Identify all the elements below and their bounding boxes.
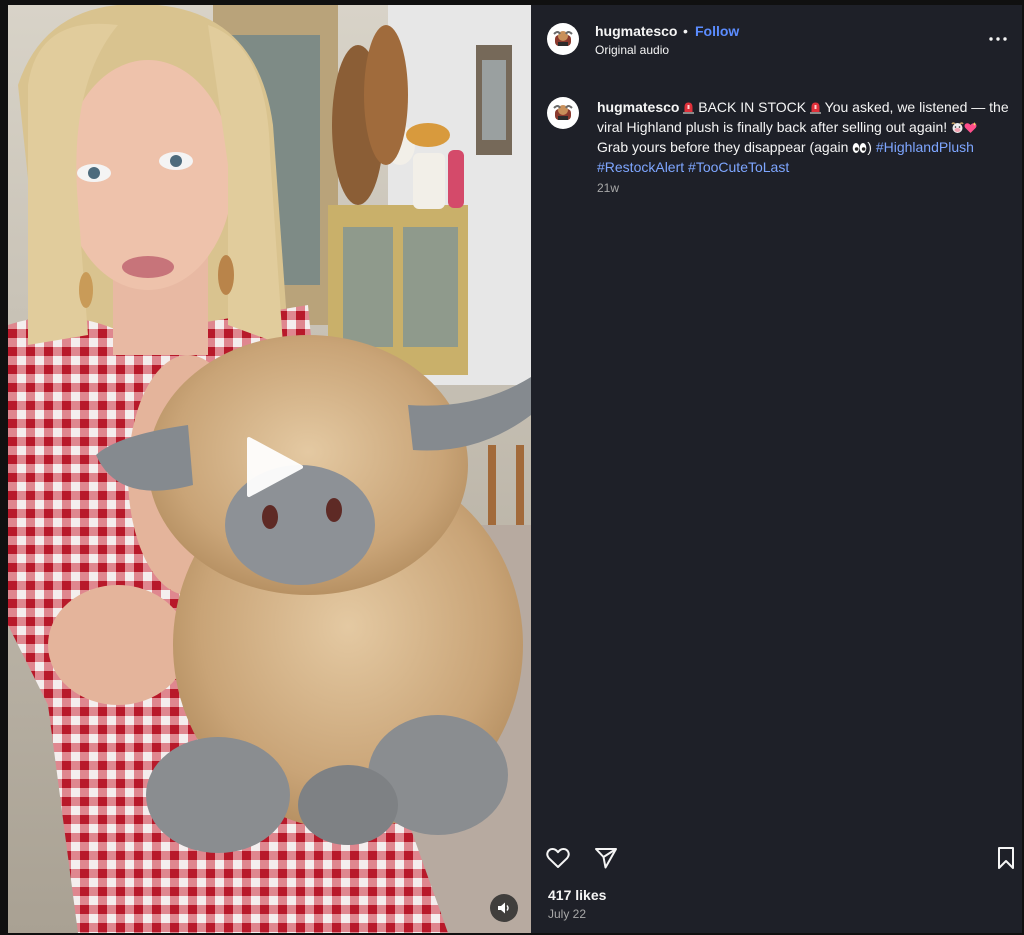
- hashtag-link[interactable]: #TooCuteToLast: [688, 159, 789, 175]
- post-caption: hugmatesco BACK IN STOCK You asked, we l…: [597, 98, 1011, 176]
- share-icon: [595, 848, 617, 869]
- sparkling-heart-icon: [964, 120, 977, 138]
- siren-icon: [810, 100, 822, 118]
- more-options-icon: [989, 37, 1007, 41]
- post-header: hugmatesco • Follow Original audio: [531, 5, 1022, 71]
- audio-label[interactable]: Original audio: [595, 43, 669, 57]
- post-date[interactable]: July 22: [548, 907, 586, 921]
- avatar[interactable]: [547, 23, 579, 55]
- post-username[interactable]: hugmatesco: [595, 23, 677, 39]
- like-button[interactable]: [545, 845, 571, 871]
- share-button[interactable]: [593, 845, 619, 871]
- caption-timestamp[interactable]: 21w: [597, 181, 619, 195]
- brand-logo-icon: [553, 105, 573, 120]
- bookmark-icon: [998, 847, 1014, 869]
- action-bar: [531, 845, 1022, 871]
- hashtag-link[interactable]: #HighlandPlush: [876, 139, 974, 155]
- post-details-panel: hugmatesco • Follow Original audio hugma…: [531, 5, 1022, 933]
- save-button[interactable]: [993, 845, 1019, 871]
- separator-dot: •: [683, 23, 688, 39]
- more-options-button[interactable]: [986, 27, 1010, 51]
- reel-post-frame: hugmatesco • Follow Original audio hugma…: [8, 5, 1022, 933]
- brand-logo-icon: [553, 31, 573, 46]
- play-button[interactable]: [241, 435, 305, 499]
- caption-text-4: ): [867, 139, 876, 155]
- cow-icon: [951, 120, 964, 138]
- likes-count[interactable]: 417 likes: [548, 887, 606, 903]
- follow-button[interactable]: Follow: [695, 23, 739, 39]
- siren-icon: [683, 100, 695, 118]
- caption-text-3: Grab yours before they disappear (again: [597, 139, 853, 155]
- speaker-icon: [498, 902, 509, 914]
- caption-username[interactable]: hugmatesco: [597, 99, 679, 115]
- video-player[interactable]: [8, 5, 531, 933]
- hashtag-link[interactable]: #RestockAlert: [597, 159, 684, 175]
- caption-text-1: BACK IN STOCK: [694, 99, 811, 115]
- heart-icon: [546, 848, 570, 868]
- audio-toggle-button[interactable]: [490, 894, 518, 922]
- caption-avatar[interactable]: [547, 97, 579, 129]
- play-icon: [247, 437, 303, 497]
- eyes-icon: [852, 140, 867, 158]
